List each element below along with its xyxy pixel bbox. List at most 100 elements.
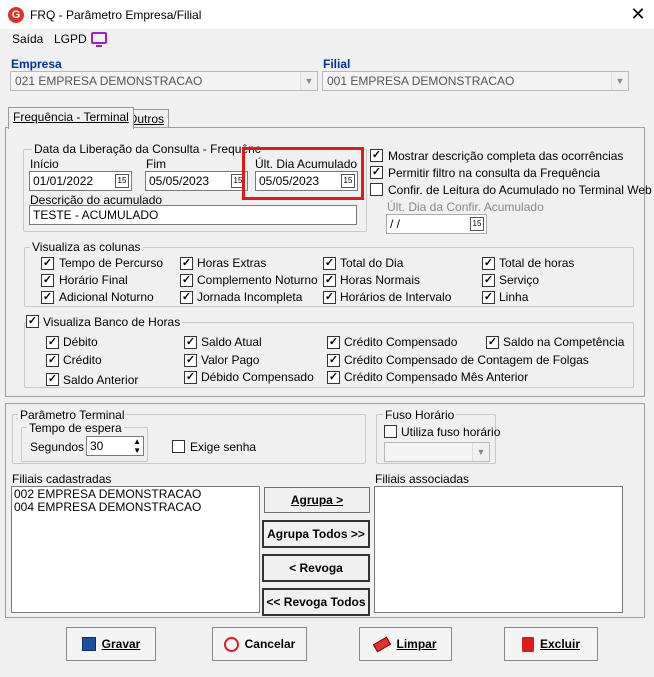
utiliza-fuso-checkbox[interactable] [384,425,397,438]
monitor-icon[interactable] [91,32,107,47]
agrupa-button[interactable]: Agrupa > [264,487,370,513]
filial-label: Filial [323,57,351,71]
agrupa-label: Agrupa > [290,493,344,507]
exige-senha-label: Exige senha [190,440,257,454]
colunas-checkbox[interactable]: ✓ [482,257,495,270]
banco-item-checkbox[interactable]: ✓ [184,354,197,367]
desc-field[interactable]: TESTE - ACUMULADO [29,205,357,225]
colunas-item: Horas Extras [197,256,267,270]
filiais-associadas-list[interactable] [374,486,623,613]
banco-item-checkbox[interactable]: ✓ [327,354,340,367]
banco-item-checkbox[interactable]: ✓ [46,354,59,367]
excluir-button[interactable]: Excluir [504,627,598,661]
colunas-item: Horas Normais [340,273,421,287]
banco-checkbox[interactable]: ✓ [26,315,39,328]
filiais-cadastradas-label: Filiais cadastradas [12,472,112,486]
colunas-checkbox[interactable]: ✓ [323,291,336,304]
chevron-down-icon[interactable]: ▼ [472,443,489,461]
close-icon[interactable]: ✕ [628,4,648,25]
banco-item: Saldo Atual [201,335,262,349]
window-title: FRQ - Parâmetro Empresa/Filial [30,8,202,22]
filial-value: 001 EMPRESA DEMONSTRACAO [327,74,515,88]
banco-item-checkbox[interactable]: ✓ [327,336,340,349]
empresa-value: 021 EMPRESA DEMONSTRACAO [15,74,203,88]
colunas-checkbox[interactable]: ✓ [180,257,193,270]
chevron-down-icon[interactable]: ▼ [300,72,317,90]
title-bar: G FRQ - Parâmetro Empresa/Filial ✕ [0,0,654,30]
colunas-item: Horário Final [59,273,128,287]
excluir-label: Excluir [539,637,581,651]
save-icon [81,637,96,651]
colunas-checkbox[interactable]: ✓ [323,257,336,270]
colunas-checkbox[interactable]: ✓ [180,291,193,304]
filial-select[interactable]: 001 EMPRESA DEMONSTRACAO ▼ [322,71,629,91]
colunas-checkbox[interactable]: ✓ [323,274,336,287]
inicio-date-field[interactable]: 01/01/2022 15 [29,171,132,191]
banco-item-checkbox[interactable]: ✓ [486,336,499,349]
banco-item-checkbox[interactable]: ✓ [46,373,59,386]
list-item[interactable]: 004 EMPRESA DEMONSTRACAO [14,501,257,514]
exige-senha-checkbox[interactable] [172,440,185,453]
revoga-todos-button[interactable]: << Revoga Todos [262,588,370,616]
colunas-item: Adicional Noturno [59,290,154,304]
colunas-item: Horários de Intervalo [340,290,452,304]
colunas-item: Total do Dia [340,256,404,270]
colunas-checkbox[interactable]: ✓ [180,274,193,287]
gravar-button[interactable]: Gravar [66,627,156,661]
chevron-down-icon[interactable]: ▼ [611,72,628,90]
colunas-checkbox[interactable]: ✓ [41,274,54,287]
menu-lgpd[interactable]: LGPD [54,32,87,46]
cancel-icon [223,636,239,652]
desc-value: TESTE - ACUMULADO [33,208,159,222]
ult-dia-label: Últ. Dia Acumulado [255,157,358,171]
colunas-item: Tempo de Percurso [59,256,164,270]
fuso-select[interactable]: ▼ [384,442,490,462]
ult-confir-date-field[interactable]: / / 15 [386,214,487,234]
inicio-label: Início [30,157,59,171]
banco-item: Crédito Compensado de Contagem de Folgas [344,353,589,367]
gravar-label: Gravar [101,637,141,651]
agrupa-todos-label: Agrupa Todos >> [267,527,365,541]
cancelar-label: Cancelar [244,637,296,651]
empresa-select[interactable]: 021 EMPRESA DEMONSTRACAO ▼ [10,71,318,91]
colunas-checkbox[interactable]: ✓ [41,257,54,270]
ult-dia-date-field[interactable]: 05/05/2023 15 [255,171,358,191]
menu-saida[interactable]: Saída [12,32,43,46]
revoga-button[interactable]: < Revoga [262,554,370,582]
banco-item: Crédito Compensado [344,335,458,349]
confir-label: Confir. de Leitura do Acumulado no Termi… [388,183,652,197]
spinner-arrows-icon[interactable]: ▲ ▼ [133,437,141,455]
permitir-checkbox[interactable]: ✓ [370,166,383,179]
segundos-spinner[interactable]: 30 ▲ ▼ [86,436,144,456]
colunas-item: Complemento Noturno [197,273,318,287]
filiais-cadastradas-list[interactable]: 002 EMPRESA DEMONSTRACAO 004 EMPRESA DEM… [11,486,260,613]
mostrar-checkbox[interactable]: ✓ [370,149,383,162]
fim-label: Fim [146,157,166,171]
ult-dia-value: 05/05/2023 [259,174,320,188]
banco-item-checkbox[interactable]: ✓ [327,371,340,384]
liberacao-group-title: Data da Liberação da Consulta - Frequênc [32,142,263,156]
ult-confir-label: Últ. Dia da Confir. Acumulado [387,200,544,214]
revoga-label: < Revoga [289,561,343,575]
fim-date-field[interactable]: 05/05/2023 15 [145,171,248,191]
agrupa-todos-button[interactable]: Agrupa Todos >> [262,520,370,548]
permitir-label: Permitir filtro na consulta da Frequênci… [388,166,601,180]
banco-item: Saldo Anterior [63,373,139,387]
colunas-checkbox[interactable]: ✓ [41,291,54,304]
calendar-icon[interactable]: 15 [341,174,355,188]
cancelar-button[interactable]: Cancelar [212,627,307,661]
colunas-checkbox[interactable]: ✓ [482,274,495,287]
banco-item-checkbox[interactable]: ✓ [184,336,197,349]
confir-checkbox[interactable] [370,183,383,196]
colunas-item: Serviço [499,273,540,287]
limpar-button[interactable]: Limpar [359,627,452,661]
calendar-icon[interactable]: 15 [470,217,484,231]
limpar-label: Limpar [396,637,437,651]
banco-item-checkbox[interactable]: ✓ [46,336,59,349]
colunas-checkbox[interactable]: ✓ [482,291,495,304]
revoga-todos-label: << Revoga Todos [266,595,366,609]
calendar-icon[interactable]: 15 [115,174,129,188]
banco-item-checkbox[interactable]: ✓ [184,371,197,384]
segundos-value: 30 [90,439,104,453]
tab-frequencia-terminal[interactable]: Frequência - Terminal [8,107,134,129]
